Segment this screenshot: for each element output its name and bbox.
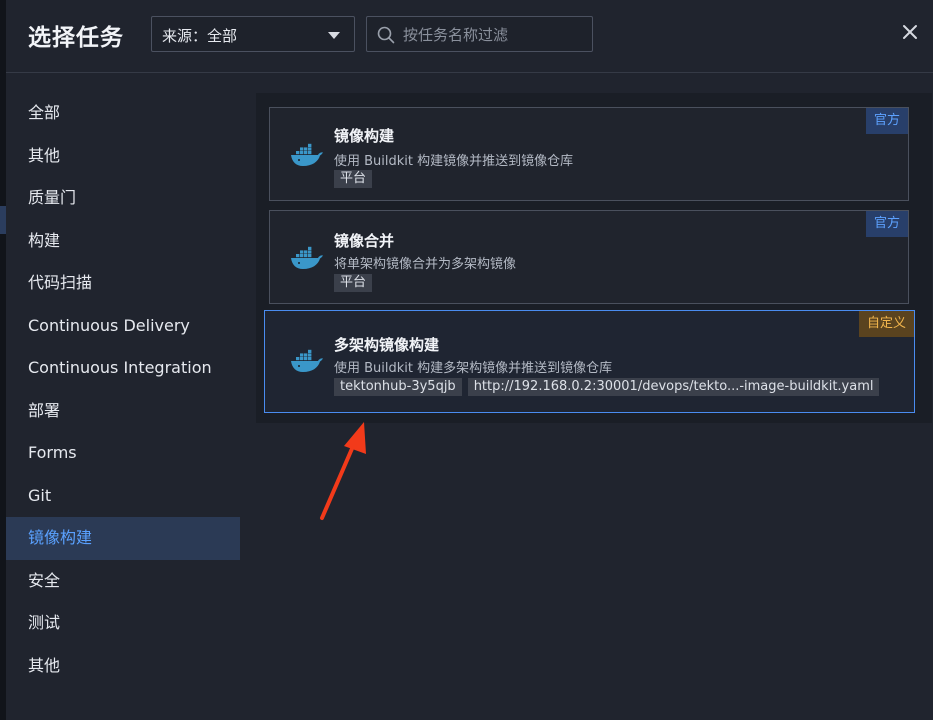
task-tags: 平台 [334, 271, 378, 292]
caret-down-icon [328, 32, 340, 39]
category-item-forms[interactable]: Forms [6, 432, 240, 475]
tag-label: tektonhub-3y5qjb [334, 378, 462, 396]
category-item-security[interactable]: 安全 [6, 560, 240, 603]
task-description: 将单架构镜像合并为多架构镜像 [334, 257, 517, 272]
category-item-other[interactable]: 其他 [6, 135, 240, 178]
tag-label: 平台 [334, 170, 373, 188]
task-tags: 平台 [334, 167, 378, 188]
modal-header: 选择任务 来源：全部 [6, 0, 933, 73]
task-card-multi-arch-image-build[interactable]: 多架构镜像构建 使用 Buildkit 构建多架构镜像并推送到镜像仓库 tekt… [264, 310, 915, 413]
task-list: 镜像构建 使用 Buildkit 构建镜像并推送到镜像仓库 平台 官方 镜像合并 [256, 93, 932, 423]
task-name: 多架构镜像构建 [334, 336, 440, 354]
close-icon[interactable] [900, 22, 920, 42]
task-name: 镜像构建 [334, 127, 395, 145]
category-item-other-2[interactable]: 其他 [6, 645, 240, 688]
task-url-tag: http://192.168.0.2:30001/devops/tekto...… [467, 378, 880, 396]
tag-label: 平台 [334, 274, 373, 292]
search-icon [377, 26, 395, 44]
search-input[interactable] [401, 23, 585, 47]
category-item-deploy[interactable]: 部署 [6, 390, 240, 433]
category-item-code-scan[interactable]: 代码扫描 [6, 262, 240, 305]
category-item-git[interactable]: Git [6, 475, 240, 518]
red-annotation-arrow-icon [320, 422, 366, 520]
category-item-continuous-integration[interactable]: Continuous Integration [6, 347, 240, 390]
task-name: 镜像合并 [334, 232, 395, 250]
task-card-image-merge[interactable]: 镜像合并 将单架构镜像合并为多架构镜像 平台 官方 [269, 210, 909, 304]
modal-title: 选择任务 [28, 25, 124, 51]
source-filter-select[interactable]: 来源：全部 [151, 16, 355, 52]
task-card-image-build[interactable]: 镜像构建 使用 Buildkit 构建镜像并推送到镜像仓库 平台 官方 [269, 107, 909, 201]
docker-icon [291, 246, 323, 269]
category-item-quality-gate[interactable]: 质量门 [6, 177, 240, 220]
task-description: 使用 Buildkit 构建多架构镜像并推送到镜像仓库 [334, 361, 613, 376]
custom-badge: 自定义 [858, 311, 914, 337]
select-task-modal: 选择任务 来源：全部 全部 其他 质量门 构建 代码扫描 Continuous … [6, 0, 933, 720]
category-item-test[interactable]: 测试 [6, 602, 240, 645]
docker-icon [291, 143, 323, 166]
category-item-continuous-delivery[interactable]: Continuous Delivery [6, 305, 240, 348]
official-badge: 官方 [865, 108, 908, 134]
task-search-box[interactable] [366, 16, 593, 52]
source-filter-label: 来源：全部 [162, 27, 238, 45]
task-tags: tektonhub-3y5qjb http://192.168.0.2:30001… [334, 375, 885, 396]
category-item-all[interactable]: 全部 [6, 92, 240, 135]
category-item-build[interactable]: 构建 [6, 220, 240, 263]
official-badge: 官方 [865, 211, 908, 237]
category-sidebar: 全部 其他 质量门 构建 代码扫描 Continuous Delivery Co… [6, 92, 240, 687]
docker-icon [291, 349, 323, 372]
category-item-image-build[interactable]: 镜像构建 [6, 517, 240, 560]
